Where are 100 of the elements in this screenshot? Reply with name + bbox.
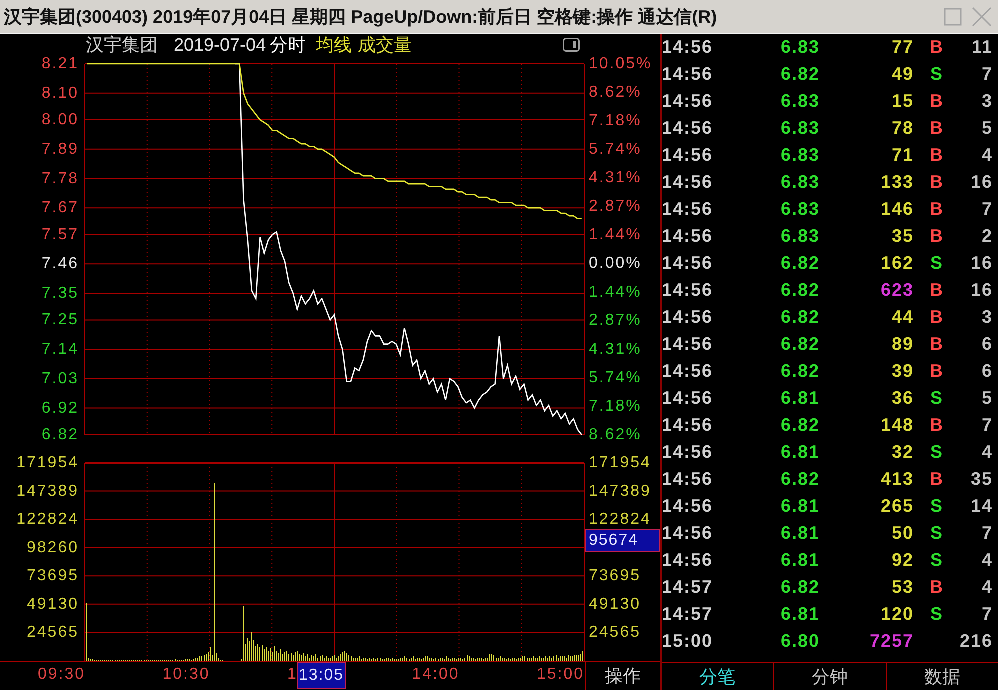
trade-price: 6.81 bbox=[780, 388, 820, 409]
trade-count: 7 bbox=[982, 199, 994, 220]
trade-side: B bbox=[930, 361, 944, 382]
trade-volume: 623 bbox=[880, 280, 914, 301]
trade-time: 14:56 bbox=[662, 361, 714, 382]
price-axis-label: 7.03 bbox=[42, 370, 79, 388]
trade-price: 6.80 bbox=[780, 631, 820, 652]
percent-axis-label: 2.87% bbox=[589, 198, 642, 216]
trade-price: 6.83 bbox=[780, 118, 820, 139]
volume-axis-label: 98260 bbox=[27, 539, 79, 556]
trade-volume: 44 bbox=[892, 307, 914, 328]
percent-axis-label: 1.44% bbox=[589, 226, 642, 244]
panel-toggle-icon[interactable] bbox=[563, 38, 580, 52]
percent-axis-label: 8.62% bbox=[589, 84, 642, 101]
volume-axis-label: 73695 bbox=[27, 568, 79, 585]
price-axis-label: 7.35 bbox=[42, 285, 79, 302]
trade-price: 6.81 bbox=[780, 496, 820, 517]
trade-time: 14:56 bbox=[662, 442, 714, 463]
window-title: 汉宇集团(300403) 2019年07月04日 星期四 PageUp/Down:前后日 空格键:操作 通达信(R) bbox=[4, 6, 718, 28]
price-axis-label: 8.00 bbox=[42, 112, 79, 129]
volume-axis-label: 73695 bbox=[589, 568, 641, 585]
trade-price: 6.82 bbox=[780, 307, 820, 328]
trade-side: B bbox=[930, 91, 944, 112]
trade-time: 14:56 bbox=[662, 415, 714, 436]
volume-axis-label: 171954 bbox=[16, 454, 79, 472]
trade-volume: 7257 bbox=[870, 631, 914, 652]
percent-axis-label: 7.18% bbox=[589, 398, 642, 415]
trade-price: 6.82 bbox=[780, 64, 820, 85]
trade-count: 35 bbox=[971, 469, 994, 490]
trade-side: B bbox=[930, 334, 944, 355]
trade-volume: 89 bbox=[892, 334, 914, 355]
trade-count: 5 bbox=[982, 118, 994, 139]
volume-axis-label: 122824 bbox=[589, 511, 652, 528]
trade-side: B bbox=[930, 145, 944, 166]
close-icon[interactable] bbox=[972, 6, 992, 26]
maximize-icon[interactable] bbox=[944, 8, 962, 26]
percent-axis-label: 8.62% bbox=[589, 426, 642, 444]
trade-volume: 148 bbox=[880, 415, 914, 436]
trade-side: B bbox=[930, 280, 944, 301]
trade-time: 14:56 bbox=[662, 118, 714, 139]
percent-axis-label: 5.74% bbox=[589, 141, 642, 158]
trade-price: 6.83 bbox=[780, 145, 820, 166]
cursor-time-readout: 13:05 bbox=[297, 662, 346, 689]
trade-volume: 39 bbox=[892, 361, 914, 382]
trade-volume: 92 bbox=[892, 550, 914, 571]
volume-axis-label: 171954 bbox=[589, 454, 652, 472]
trade-count: 11 bbox=[972, 37, 994, 58]
price-axis-label: 6.92 bbox=[42, 400, 79, 417]
percent-axis-label: 0.00% bbox=[589, 255, 642, 272]
trade-count: 16 bbox=[971, 172, 994, 193]
trade-time: 14:56 bbox=[662, 334, 714, 355]
time-axis-label: 10:30 bbox=[162, 666, 210, 684]
percent-axis-label: 7.18% bbox=[589, 112, 642, 130]
trade-volume: 71 bbox=[892, 145, 914, 166]
trade-time: 14:56 bbox=[662, 469, 714, 490]
percent-axis-label: 4.31% bbox=[589, 340, 642, 358]
trade-count: 4 bbox=[982, 577, 994, 598]
trade-time: 14:56 bbox=[662, 199, 714, 220]
trade-price: 6.82 bbox=[780, 469, 820, 490]
trade-time: 15:00 bbox=[662, 631, 714, 652]
trade-price: 6.81 bbox=[780, 523, 820, 544]
trade-side: B bbox=[930, 118, 944, 139]
trade-count: 216 bbox=[960, 631, 994, 652]
trade-volume: 133 bbox=[880, 172, 914, 193]
trade-time: 14:56 bbox=[662, 37, 714, 58]
trade-volume: 78 bbox=[892, 118, 914, 139]
trade-volume: 15 bbox=[892, 91, 914, 112]
price-axis-label: 7.46 bbox=[42, 256, 79, 273]
trade-price: 6.82 bbox=[780, 253, 820, 274]
indicator-label: 成交量 bbox=[358, 34, 412, 57]
trade-volume: 120 bbox=[880, 604, 914, 625]
trade-time: 14:56 bbox=[662, 523, 714, 544]
price-axis-label: 8.10 bbox=[42, 84, 79, 102]
trade-price: 6.83 bbox=[780, 91, 820, 112]
trade-volume: 32 bbox=[892, 442, 914, 463]
trade-time: 14:56 bbox=[662, 145, 714, 166]
trade-side: B bbox=[930, 415, 944, 436]
trade-price: 6.81 bbox=[780, 604, 820, 625]
trade-volume: 413 bbox=[880, 469, 914, 490]
trade-count: 16 bbox=[971, 253, 994, 274]
trade-count: 7 bbox=[982, 604, 994, 625]
trade-time: 14:56 bbox=[662, 280, 714, 301]
volume-axis-label: 49130 bbox=[589, 596, 641, 613]
trade-volume: 77 bbox=[892, 37, 914, 58]
trade-volume: 49 bbox=[892, 64, 914, 85]
price-axis-label: 7.25 bbox=[42, 312, 79, 329]
trade-count: 7 bbox=[982, 523, 994, 544]
trade-time: 14:56 bbox=[662, 253, 714, 274]
trade-price: 6.83 bbox=[780, 37, 820, 58]
trade-price: 6.83 bbox=[780, 199, 820, 220]
trade-count: 2 bbox=[982, 226, 994, 247]
trade-count: 7 bbox=[982, 64, 994, 85]
trade-volume: 265 bbox=[880, 496, 914, 517]
trade-count: 14 bbox=[971, 496, 994, 517]
trade-count: 3 bbox=[982, 91, 994, 112]
trade-count: 4 bbox=[982, 550, 994, 571]
trade-volume: 53 bbox=[892, 577, 914, 598]
trade-side: S bbox=[930, 523, 944, 544]
indicator-label: 均线 bbox=[316, 34, 352, 57]
price-axis-label: 7.67 bbox=[42, 200, 79, 217]
